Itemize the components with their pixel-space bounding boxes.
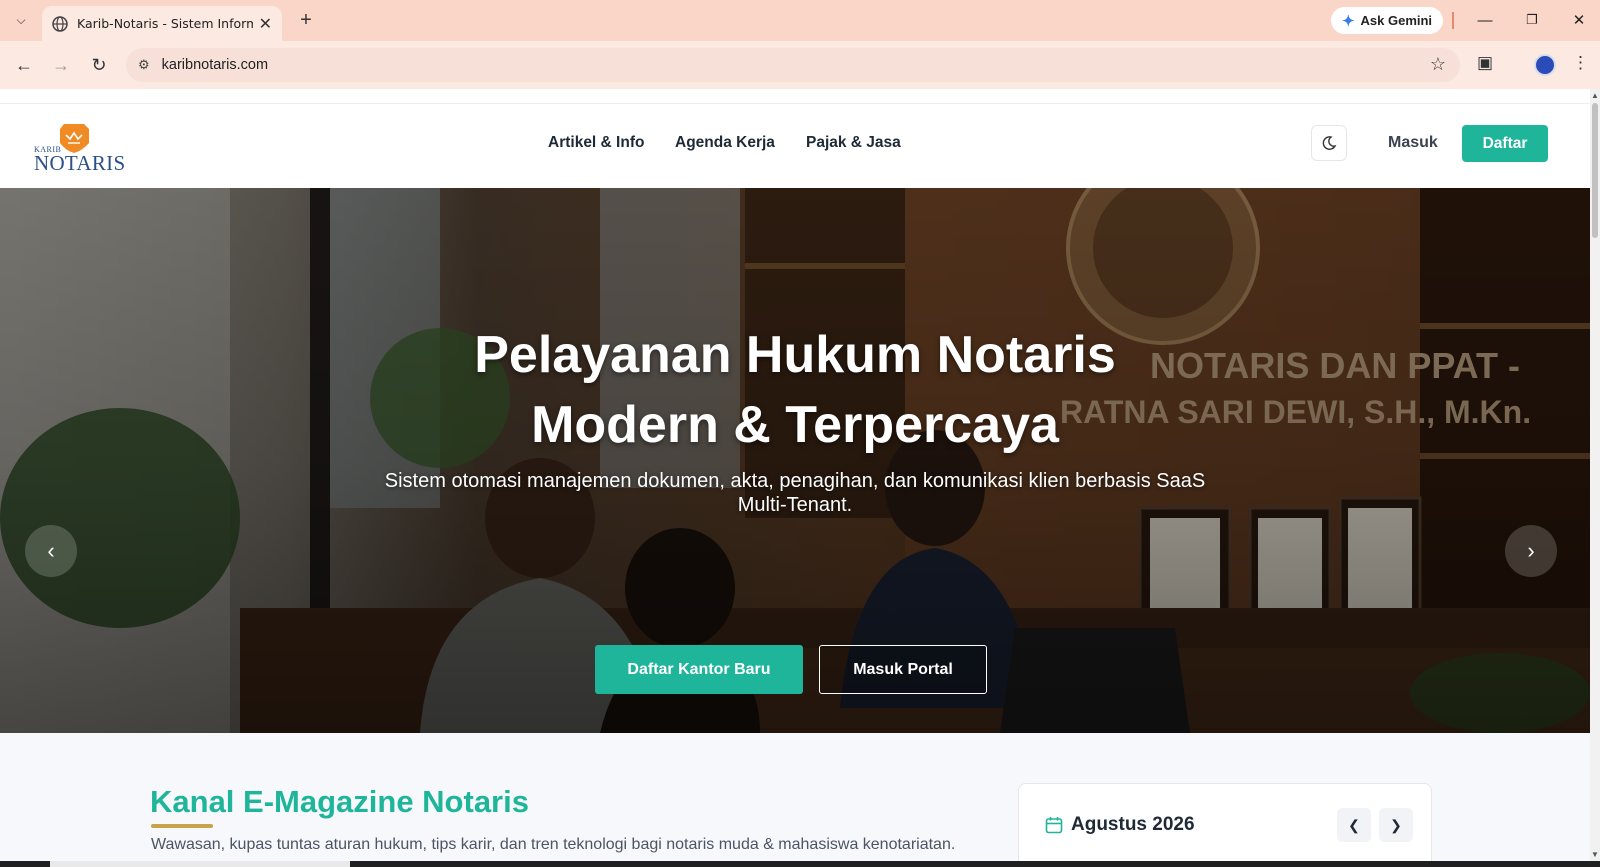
extensions-puzzle-icon[interactable]: ▣ — [1477, 53, 1493, 73]
url-text: karibnotaris.com — [161, 57, 269, 73]
browser-toolbar: ← → ↻ ⚙ karibnotaris.com ☆ ▣ ⋮ — [0, 41, 1600, 89]
title-underline — [151, 824, 213, 828]
login-link[interactable]: Masuk — [1388, 134, 1438, 152]
nav-artikel-info[interactable]: Artikel & Info — [548, 134, 644, 152]
back-arrow-icon[interactable]: ← — [12, 53, 36, 77]
browser-tab-strip: ⌵ Karib-Notaris - Sistem Informasi ✕ + ✦… — [0, 0, 1600, 41]
chevron-left-icon: ‹ — [47, 538, 55, 563]
dark-mode-toggle[interactable] — [1311, 125, 1347, 161]
restore-icon[interactable]: ❐ — [1519, 8, 1545, 32]
hero-title-line-2: Modern & Terpercaya — [531, 396, 1059, 454]
calendar-icon — [1045, 817, 1063, 834]
bookmark-star-icon[interactable]: ☆ — [1430, 54, 1446, 75]
os-taskbar — [0, 861, 1600, 867]
tab-title: Karib-Notaris - Sistem Informasi — [77, 16, 253, 31]
hero-subtitle: Sistem otomasi manajemen dokumen, akta, … — [384, 470, 1206, 516]
tab-list-chevron-icon[interactable]: ⌵ — [8, 8, 34, 32]
reload-icon[interactable]: ↻ — [87, 53, 111, 77]
browser-tab-active[interactable]: Karib-Notaris - Sistem Informasi ✕ — [42, 6, 282, 41]
taskbar-item[interactable] — [50, 861, 350, 867]
site-logo[interactable]: KARIB NOTARIS — [34, 121, 134, 175]
page-scrollbar[interactable]: ▲ ▼ — [1590, 89, 1600, 861]
moon-icon — [1322, 136, 1337, 150]
ask-gemini-button[interactable]: ✦ Ask Gemini — [1331, 7, 1443, 34]
register-office-button[interactable]: Daftar Kantor Baru — [595, 645, 803, 694]
register-button[interactable]: Daftar — [1462, 125, 1548, 162]
carousel-next-button[interactable]: › — [1505, 525, 1557, 577]
close-window-icon[interactable]: ✕ — [1566, 8, 1592, 32]
address-bar[interactable]: ⚙ karibnotaris.com ☆ — [126, 48, 1460, 82]
calendar-widget: Agustus 2026 ❮ ❯ — [1018, 783, 1432, 861]
portal-login-button[interactable]: Masuk Portal — [819, 645, 987, 694]
magazine-description: Wawasan, kupas tuntas aturan hukum, tips… — [151, 836, 956, 853]
close-tab-icon[interactable]: ✕ — [259, 14, 272, 34]
profile-avatar[interactable] — [1534, 54, 1556, 76]
calendar-prev-month-button[interactable]: ❮ — [1337, 808, 1371, 842]
globe-icon — [52, 15, 68, 32]
gemini-sparkle-icon: ✦ — [1341, 12, 1355, 30]
new-tab-button[interactable]: + — [294, 8, 318, 32]
calendar-next-month-button[interactable]: ❯ — [1379, 808, 1413, 842]
scrollbar-thumb[interactable] — [1592, 103, 1598, 238]
chevron-right-icon: ❯ — [1390, 816, 1402, 833]
nav-pajak-jasa[interactable]: Pajak & Jasa — [806, 134, 901, 152]
window-controls-divider — [1452, 12, 1454, 29]
minimize-icon[interactable]: — — [1472, 8, 1498, 32]
magazine-title: Kanal E-Magazine Notaris — [150, 784, 529, 819]
site-settings-icon[interactable]: ⚙ — [138, 57, 150, 73]
forward-arrow-icon[interactable]: → — [49, 53, 73, 77]
web-page: KARIB NOTARIS Artikel & Info Agenda Kerj… — [0, 89, 1590, 861]
carousel-prev-button[interactable]: ‹ — [25, 525, 77, 577]
chevron-left-icon: ❮ — [1348, 816, 1360, 833]
nav-agenda-kerja[interactable]: Agenda Kerja — [675, 134, 775, 152]
hero-title-line-1: Pelayanan Hukum Notaris — [474, 326, 1116, 384]
hero-title: Pelayanan Hukum Notaris Modern & Terperc… — [300, 320, 1290, 460]
hero-carousel: NOTARIS DAN PPAT - RATNA SARI DEWI, S.H.… — [0, 188, 1590, 733]
calendar-month: Agustus 2026 — [1071, 814, 1195, 835]
scroll-up-arrow-icon[interactable]: ▲ — [1591, 91, 1599, 100]
ask-gemini-label: Ask Gemini — [1360, 13, 1433, 28]
browser-menu-icon[interactable]: ⋮ — [1572, 53, 1589, 73]
logo-notaris-text: NOTARIS — [34, 151, 126, 175]
scroll-down-arrow-icon[interactable]: ▼ — [1591, 850, 1599, 859]
site-header: KARIB NOTARIS Artikel & Info Agenda Kerj… — [0, 103, 1590, 188]
magazine-section: Kanal E-Magazine Notaris Wawasan, kupas … — [0, 733, 1590, 861]
chevron-right-icon: › — [1527, 538, 1535, 563]
